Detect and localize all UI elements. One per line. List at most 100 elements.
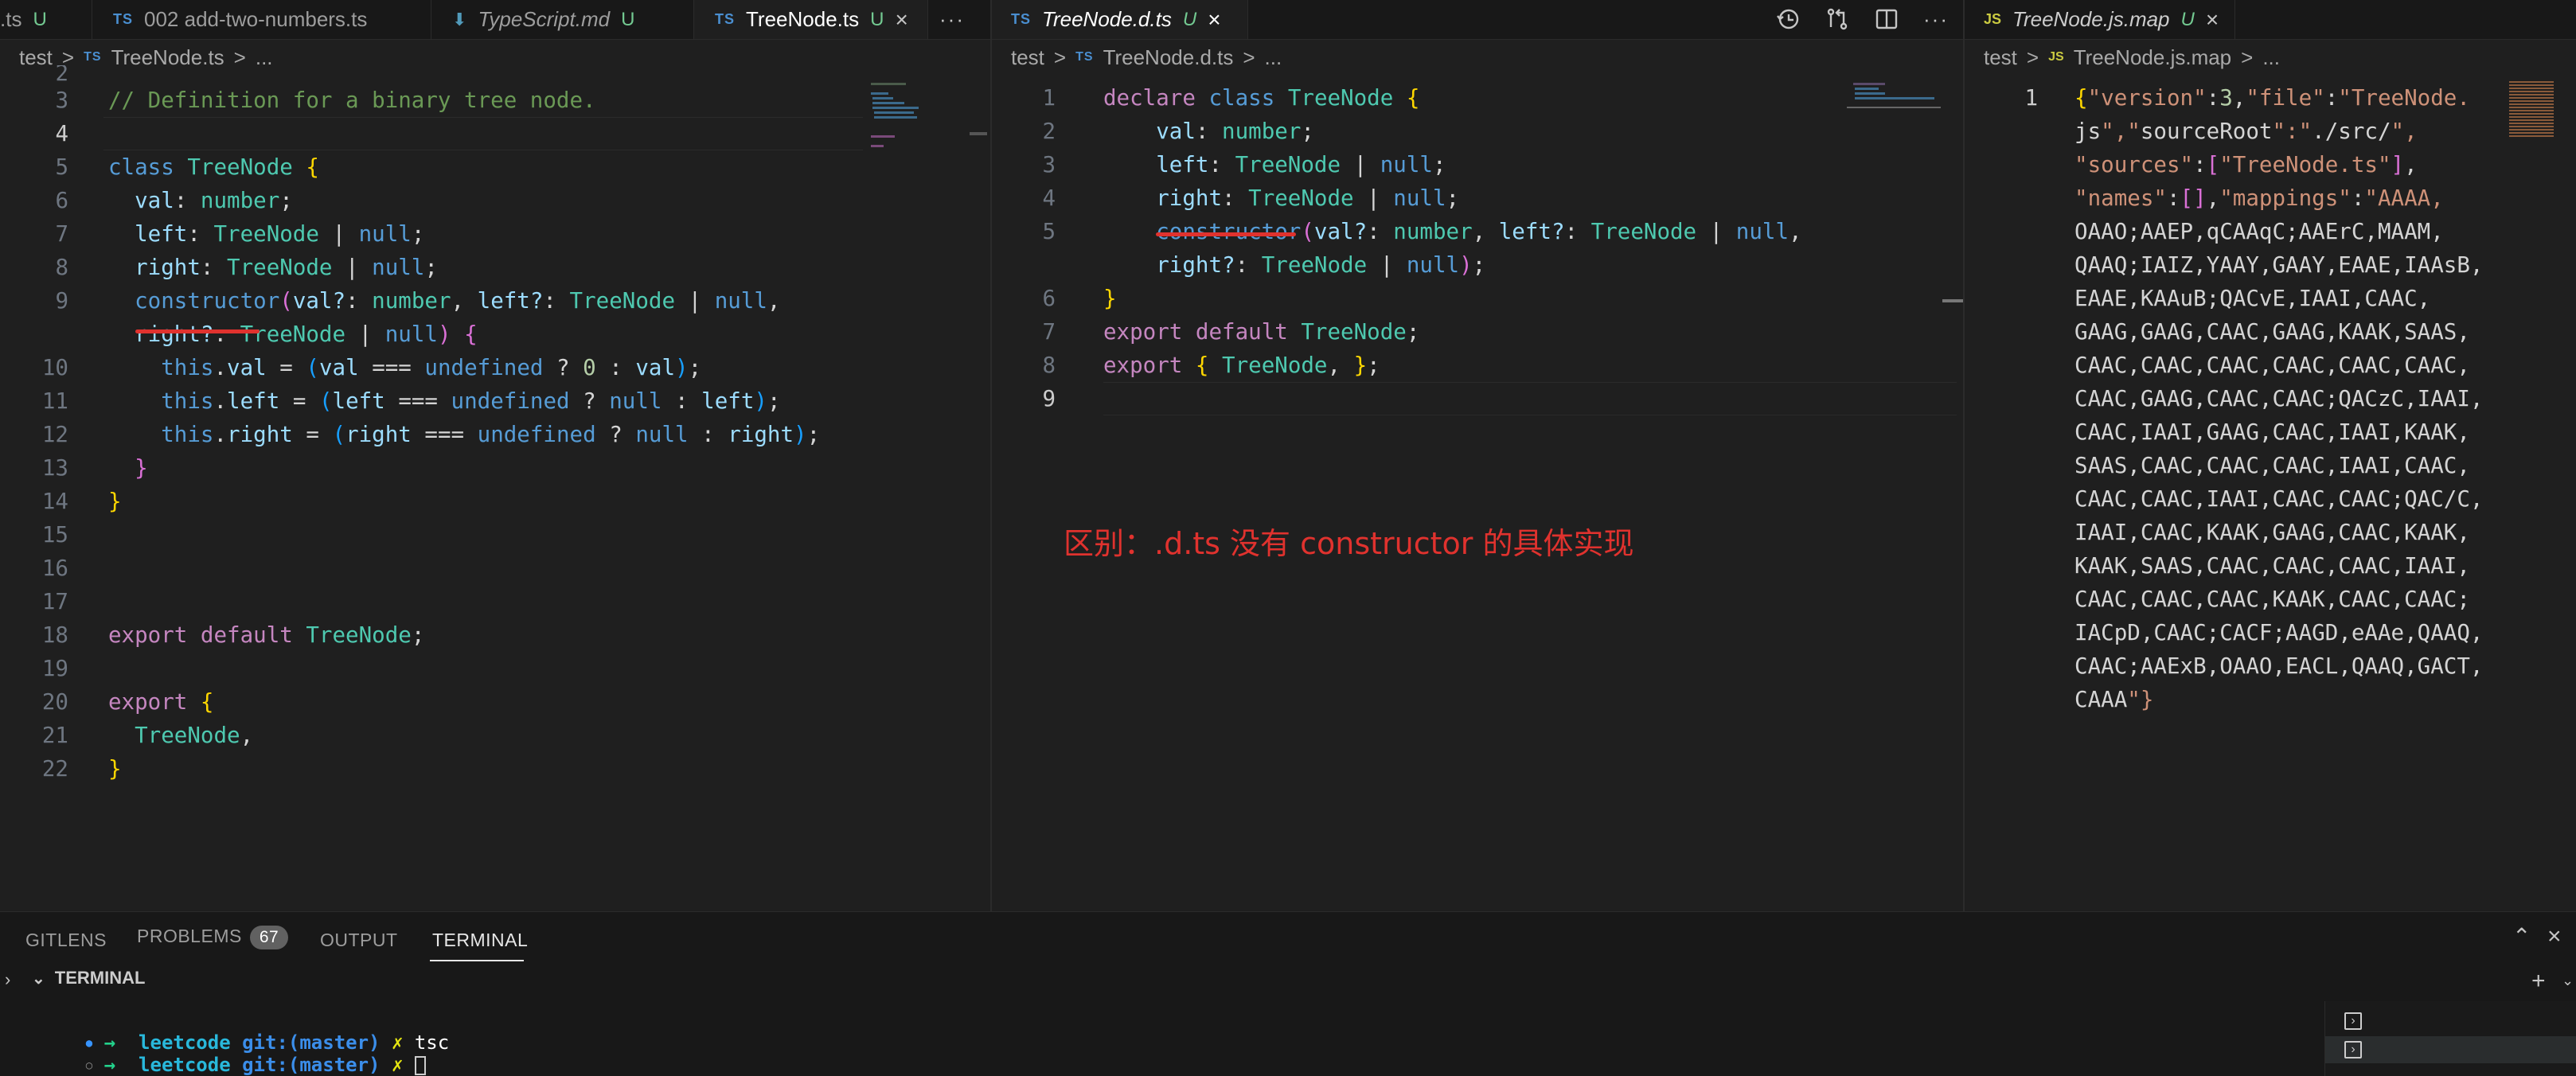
line-number: 6 (55, 188, 68, 213)
minimap[interactable] (2509, 80, 2557, 140)
line-number: 4 (55, 121, 68, 146)
breadcrumb-folder[interactable]: test (1984, 45, 2017, 70)
breadcrumb-symbol[interactable]: ... (1265, 45, 1282, 70)
code-line: right?: TreeNode | null); (1103, 252, 1486, 278)
breadcrumb-file[interactable]: TreeNode.js.map (2074, 45, 2231, 70)
modified-badge: U (33, 8, 47, 30)
line-number: 7 (55, 221, 68, 247)
timeline-history-icon[interactable] (1775, 6, 1801, 32)
tab-label: TreeNode.js.map (2012, 7, 2170, 31)
code-line: } (108, 489, 122, 514)
line-number: 18 (41, 622, 68, 648)
scrollbar-marker[interactable] (1942, 299, 1963, 302)
code-line: TreeNode, (135, 723, 254, 748)
code-line: // Definition for a binary tree node. (108, 88, 596, 113)
line-number: 21 (41, 723, 68, 748)
terminal-line: ○ → leetcode git:(master) ✗ (40, 1031, 426, 1076)
code-line: left: TreeNode | null; (108, 221, 425, 247)
bullet-icon: ○ (85, 1059, 93, 1072)
typescript-file-icon: TS (715, 11, 736, 27)
line-number: 2 (55, 65, 68, 81)
breadcrumb-separator: > (2241, 45, 2254, 69)
source-map-line: js","sourceRoot":"./src/", (2074, 119, 2418, 144)
new-terminal-icon[interactable]: + (2531, 968, 2546, 995)
constructor-underline-annotation (135, 329, 260, 333)
tab-label: TreeNode.ts (746, 7, 860, 31)
tab-treenode-js-map[interactable]: JS TreeNode.js.map U × (1965, 0, 2235, 39)
breadcrumb: test > TS TreeNode.ts > ... (0, 41, 992, 73)
tab-typescript-md[interactable]: ⬇ TypeScript.md U (431, 0, 694, 39)
terminal-dropdown-icon[interactable]: ⌄ (2562, 973, 2574, 989)
line-number: 12 (41, 422, 68, 447)
code-line: this.left = (left === undefined ? null :… (161, 388, 781, 414)
line-number: 9 (55, 288, 68, 314)
breadcrumb-file[interactable]: TreeNode.ts (111, 45, 224, 70)
tab-treenode-ts[interactable]: TS TreeNode.ts U × (694, 0, 928, 39)
scrollbar-marker[interactable] (970, 132, 987, 135)
more-actions-button[interactable]: ··· (928, 0, 976, 39)
breadcrumb-symbol[interactable]: ... (256, 45, 273, 70)
code-line: constructor(val?: number, left?: TreeNod… (135, 288, 781, 314)
line-number: 19 (41, 656, 68, 681)
code-line: val: number; (108, 188, 293, 213)
close-tab-icon[interactable]: × (1208, 7, 1220, 33)
constructor-underline-annotation (1156, 232, 1296, 236)
tab-label: 002 add-two-numbers.ts (144, 7, 368, 31)
line-number: 4 (1042, 185, 1056, 211)
line-number: 2 (1042, 119, 1056, 144)
line-number: 1 (1042, 85, 1056, 111)
line-number: 20 (41, 689, 68, 715)
line-number: 3 (1042, 152, 1056, 177)
minimap[interactable] (871, 80, 919, 159)
close-tab-icon[interactable]: × (2206, 7, 2219, 33)
code-line: export default TreeNode; (1103, 319, 1420, 345)
terminal-body[interactable]: ● → leetcode git:(master) ✗ tsc ○ → leet… (0, 1001, 2324, 1076)
line-number: 15 (41, 522, 68, 548)
source-map-line: SAAS,CAAC,CAAC,CAAC,IAAI,CAAC, (2074, 453, 2470, 478)
source-map-line: OAAO;AAEP,qCAAqC;AAErC,MAAM, (2074, 219, 2444, 244)
tab-add-two-numbers[interactable]: TS 002 add-two-numbers.ts (92, 0, 431, 39)
source-map-line: EAAE,KAAuB;QACvE,IAAI,CAAC, (2074, 286, 2431, 311)
close-tab-icon[interactable]: × (895, 7, 907, 33)
source-map-line: {"version":3,"file":"TreeNode. (2074, 85, 2470, 111)
terminal-instance-item[interactable]: › (2344, 1012, 2362, 1030)
source-map-line: CAAC,CAAC,CAAC,KAAK,CAAC,CAAC; (2074, 587, 2470, 612)
tab-label: TreeNode.d.ts (1042, 7, 1172, 31)
modified-badge: U (1182, 8, 1197, 30)
side-chevron-icon[interactable]: › (5, 969, 10, 990)
source-map-line: "names":[],"mappings":"AAAA, (2074, 185, 2444, 211)
breadcrumb-file[interactable]: TreeNode.d.ts (1103, 45, 1234, 70)
source-map-line: CAAC,CAAC,IAAI,CAAC,CAAC;QAC/C, (2074, 486, 2484, 512)
tab-output[interactable]: OUTPUT (320, 930, 398, 951)
tab-terminal[interactable]: TERMINAL (432, 930, 528, 951)
tab-bar: .ts U TS 002 add-two-numbers.ts ⬇ TypeSc… (0, 0, 992, 40)
source-map-line: IAAI,CAAC,KAAK,GAAG,CAAC,KAAK, (2074, 520, 2470, 545)
breadcrumb-separator: > (1053, 45, 1067, 69)
minimap[interactable] (1847, 80, 1942, 116)
compare-changes-icon[interactable] (1825, 6, 1850, 32)
close-panel-icon[interactable]: × (2547, 923, 2562, 950)
source-map-line: CAAA"} (2074, 687, 2154, 712)
tab-label: TypeScript.md (478, 7, 611, 31)
chevron-down-icon: ⌄ (32, 969, 45, 988)
line-number: 1 (2024, 85, 2038, 111)
tab-treenode-d-ts[interactable]: TS TreeNode.d.ts U × (992, 0, 1248, 39)
more-actions-icon[interactable]: ··· (1923, 7, 1949, 32)
modified-badge: U (2180, 8, 2195, 30)
breadcrumb-symbol[interactable]: ... (2262, 45, 2280, 70)
tab-label: .ts (0, 7, 22, 31)
terminal-instance-item[interactable] (2325, 1036, 2576, 1063)
breadcrumb-separator: > (233, 45, 246, 69)
tab-gitlens[interactable]: GITLENS (25, 930, 107, 951)
tab-problems[interactable]: PROBLEMS 67 (137, 926, 289, 949)
current-line-highlight (103, 117, 863, 150)
bottom-panel: GITLENS PROBLEMS 67 OUTPUT TERMINAL ⌃ × ›… (0, 911, 2576, 1076)
tab-partial-ts[interactable]: .ts U (0, 0, 92, 39)
breadcrumb-folder[interactable]: test (1011, 45, 1044, 70)
breadcrumb: test > TS TreeNode.d.ts > ... (992, 41, 1965, 73)
terminal-section-header[interactable]: ⌄ TERMINAL (32, 968, 145, 988)
split-editor-icon[interactable] (1874, 6, 1899, 32)
line-number: 5 (1042, 219, 1056, 244)
maximize-panel-icon[interactable]: ⌃ (2512, 923, 2531, 949)
code-line: } (108, 756, 122, 782)
